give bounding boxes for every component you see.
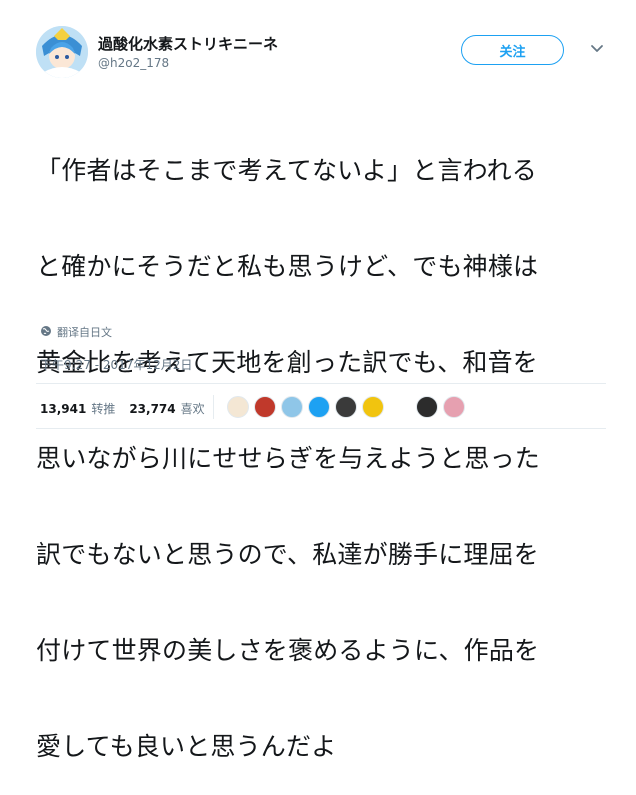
liker-avatar[interactable]: [281, 396, 303, 418]
author-handle[interactable]: @h2o2_178: [98, 56, 169, 70]
tweet-line: と確かにそうだと私も思うけど、でも神様は: [36, 252, 539, 281]
retweets-count[interactable]: 13,941: [40, 402, 86, 416]
liker-avatar[interactable]: [227, 396, 249, 418]
follow-button[interactable]: 关注: [461, 35, 564, 65]
tweet-line: 愛しても良いと思うんだよ: [36, 732, 337, 761]
divider: [36, 428, 606, 429]
tweet-line: 「作者はそこまで考えてないよ」と言われる: [36, 156, 538, 185]
likes-label[interactable]: 喜欢: [181, 400, 205, 417]
tweet-line: 思いながら川にせせらぎを与えようと思った: [36, 444, 541, 473]
translate-link[interactable]: 翻译自日文: [40, 324, 112, 340]
author-display-name[interactable]: 過酸化水素ストリキニーネ: [98, 33, 278, 54]
tweet-line: 訳でもないと思うので、私達が勝手に理屈を: [36, 540, 540, 569]
tweet-line: 付けて世界の美しさを褒めるように、作品を: [36, 636, 540, 665]
liker-avatar[interactable]: [254, 396, 276, 418]
liker-avatar[interactable]: [443, 396, 465, 418]
translate-label: 翻译自日文: [57, 326, 112, 339]
retweets-label[interactable]: 转推: [91, 400, 115, 417]
liker-avatar[interactable]: [416, 396, 438, 418]
divider: [213, 395, 214, 419]
liker-avatar[interactable]: [389, 396, 411, 418]
likes-count[interactable]: 23,774: [129, 402, 175, 416]
tweet-timestamp[interactable]: 下午9:27 - 2017年12月2日: [40, 356, 192, 373]
tweet-text: 「作者はそこまで考えてないよ」と言われる と確かにそうだと私も思うけど、でも神様…: [36, 91, 606, 795]
liker-avatar[interactable]: [335, 396, 357, 418]
liker-avatars: [227, 396, 465, 418]
liker-avatar[interactable]: [308, 396, 330, 418]
globe-icon: [40, 325, 52, 340]
divider: [36, 383, 606, 384]
liker-avatar[interactable]: [362, 396, 384, 418]
author-avatar[interactable]: [36, 26, 88, 78]
chevron-down-icon[interactable]: [588, 40, 606, 58]
tweet-header: 過酸化水素ストリキニーネ @h2o2_178 关注: [36, 26, 606, 78]
tweet-stats: 13,941 转推 23,774 喜欢: [40, 400, 205, 417]
